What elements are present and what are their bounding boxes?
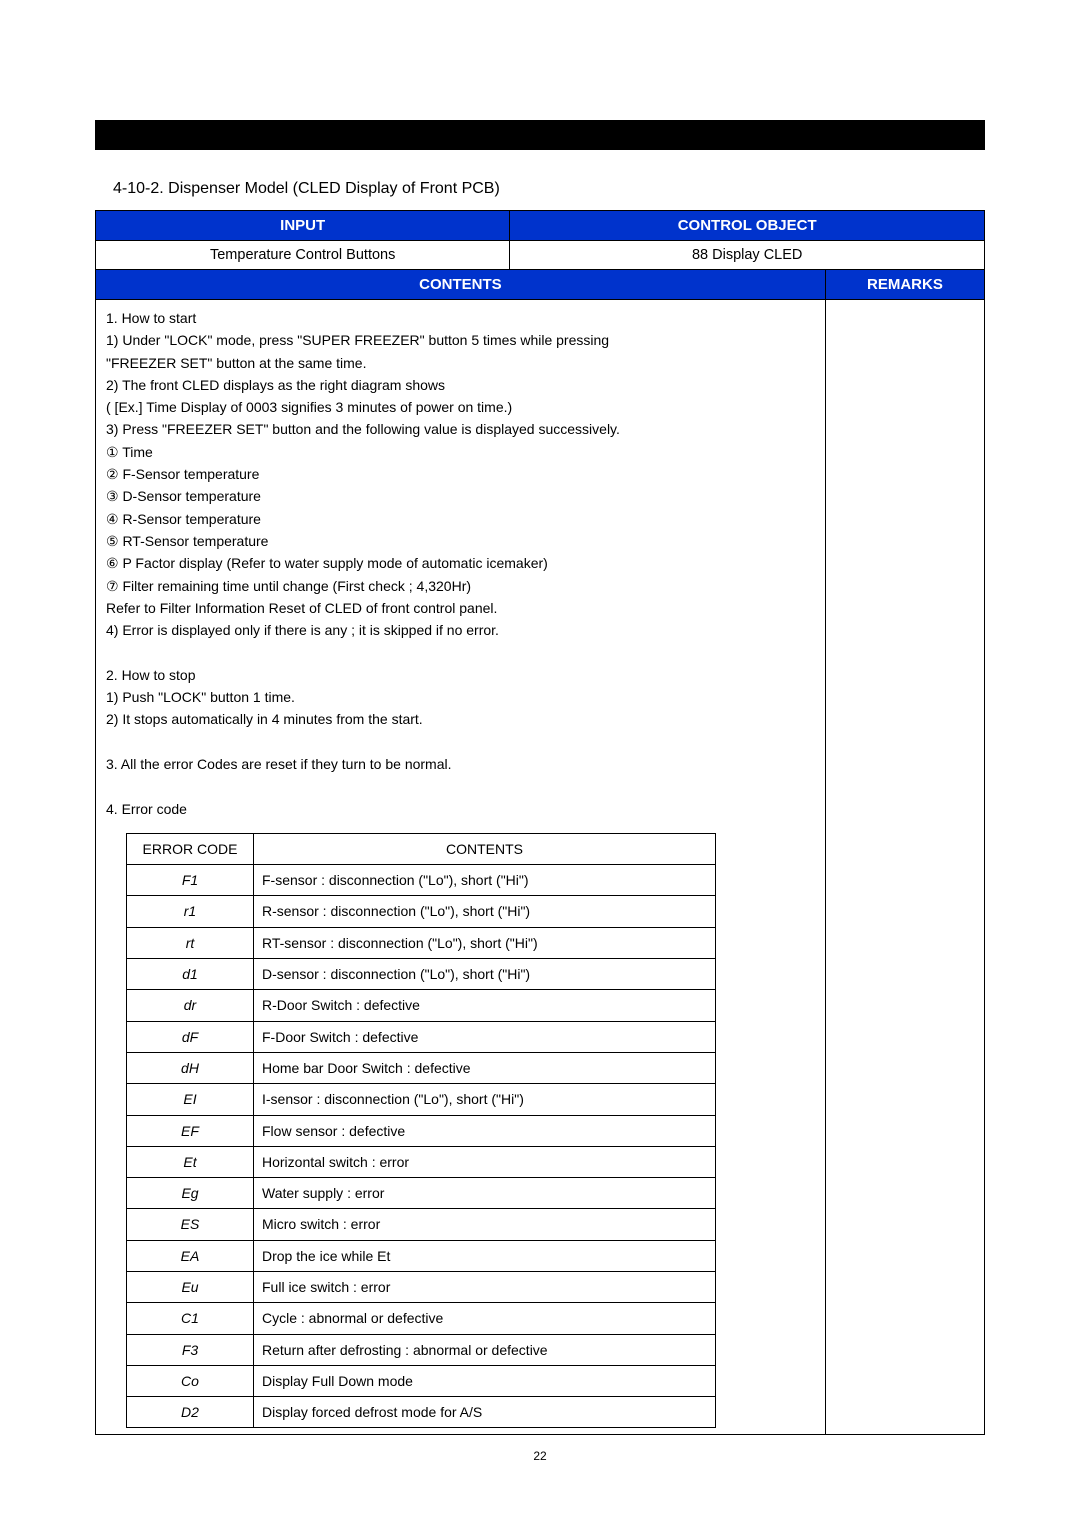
error-desc: D-sensor : disconnection ("Lo"), short (… — [254, 959, 716, 990]
error-code: F3 — [127, 1334, 254, 1365]
error-desc: Display forced defrost mode for A/S — [254, 1397, 716, 1428]
error-desc: R-Door Switch : defective — [254, 990, 716, 1021]
s1-1: 1) Under "LOCK" mode, press "SUPER FREEZ… — [106, 330, 815, 350]
error-desc: I-sensor : disconnection ("Lo"), short (… — [254, 1084, 716, 1115]
table-row: dFF-Door Switch : defective — [127, 1021, 716, 1052]
error-code: ES — [127, 1209, 254, 1240]
table-row: ESMicro switch : error — [127, 1209, 716, 1240]
error-code-table: ERROR CODE CONTENTS F1F-sensor : disconn… — [126, 833, 716, 1429]
error-desc: Home bar Door Switch : defective — [254, 1052, 716, 1083]
s1-2: 2) The front CLED displays as the right … — [106, 375, 815, 395]
table-row: dHHome bar Door Switch : defective — [127, 1052, 716, 1083]
table-row: EuFull ice switch : error — [127, 1271, 716, 1302]
s1-1b: "FREEZER SET" button at the same time. — [106, 353, 815, 373]
table-row: F3Return after defrosting : abnormal or … — [127, 1334, 716, 1365]
table-row: EgWater supply : error — [127, 1178, 716, 1209]
header-input: INPUT — [96, 211, 510, 241]
page-number: 22 — [95, 1449, 985, 1463]
s1-3-2: ② F-Sensor temperature — [106, 464, 815, 484]
table-row: d1D-sensor : disconnection ("Lo"), short… — [127, 959, 716, 990]
error-desc: RT-sensor : disconnection ("Lo"), short … — [254, 927, 716, 958]
error-desc: F-sensor : disconnection ("Lo"), short (… — [254, 865, 716, 896]
error-code: EI — [127, 1084, 254, 1115]
black-header-bar — [95, 120, 985, 150]
table-row: CoDisplay Full Down mode — [127, 1365, 716, 1396]
error-desc: Micro switch : error — [254, 1209, 716, 1240]
s1-3-1: ① Time — [106, 442, 815, 462]
error-desc: Display Full Down mode — [254, 1365, 716, 1396]
s1-3-7b: Refer to Filter Information Reset of CLE… — [106, 598, 815, 618]
error-code: r1 — [127, 896, 254, 927]
s1-3-6: ⑥ P Factor display (Refer to water suppl… — [106, 553, 815, 573]
contents-cell: 1. How to start 1) Under "LOCK" mode, pr… — [96, 300, 826, 1435]
error-desc: R-sensor : disconnection ("Lo"), short (… — [254, 896, 716, 927]
error-code: Co — [127, 1365, 254, 1396]
error-code: dF — [127, 1021, 254, 1052]
table-row: r1R-sensor : disconnection ("Lo"), short… — [127, 896, 716, 927]
error-code: Eu — [127, 1271, 254, 1302]
table-row: EADrop the ice while Et — [127, 1240, 716, 1271]
s1-3: 3) Press "FREEZER SET" button and the fo… — [106, 419, 815, 439]
table-row: EtHorizontal switch : error — [127, 1146, 716, 1177]
error-desc: F-Door Switch : defective — [254, 1021, 716, 1052]
error-desc: Water supply : error — [254, 1178, 716, 1209]
s1-3-3: ③ D-Sensor temperature — [106, 486, 815, 506]
table-row: drR-Door Switch : defective — [127, 990, 716, 1021]
error-code: EF — [127, 1115, 254, 1146]
error-code: rt — [127, 927, 254, 958]
error-header-contents: CONTENTS — [254, 833, 716, 864]
error-code: C1 — [127, 1303, 254, 1334]
table-row: EII-sensor : disconnection ("Lo"), short… — [127, 1084, 716, 1115]
header-contents: CONTENTS — [96, 270, 826, 300]
s1-4: 4) Error is displayed only if there is a… — [106, 620, 815, 640]
cell-input-value: Temperature Control Buttons — [96, 241, 510, 270]
error-desc: Flow sensor : defective — [254, 1115, 716, 1146]
section-title: 4-10-2. Dispenser Model (CLED Display of… — [113, 180, 985, 198]
error-code: D2 — [127, 1397, 254, 1428]
instructions-block: 1. How to start 1) Under "LOCK" mode, pr… — [106, 308, 815, 819]
s2-2: 2) It stops automatically in 4 minutes f… — [106, 709, 815, 729]
s2-title: 2. How to stop — [106, 665, 815, 685]
table-row: EFFlow sensor : defective — [127, 1115, 716, 1146]
s4: 4. Error code — [106, 799, 815, 819]
error-code: EA — [127, 1240, 254, 1271]
remarks-cell — [825, 300, 984, 1435]
error-code: Et — [127, 1146, 254, 1177]
error-desc: Horizontal switch : error — [254, 1146, 716, 1177]
error-desc: Full ice switch : error — [254, 1271, 716, 1302]
error-desc: Return after defrosting : abnormal or de… — [254, 1334, 716, 1365]
s1-3-4: ④ R-Sensor temperature — [106, 509, 815, 529]
s1-title: 1. How to start — [106, 308, 815, 328]
page-content: 4-10-2. Dispenser Model (CLED Display of… — [95, 150, 985, 1463]
s1-3-7: ⑦ Filter remaining time until change (Fi… — [106, 576, 815, 596]
table-row: C1Cycle : abnormal or defective — [127, 1303, 716, 1334]
s1-3-5: ⑤ RT-Sensor temperature — [106, 531, 815, 551]
main-table: INPUT CONTROL OBJECT Temperature Control… — [95, 210, 985, 1435]
error-code: d1 — [127, 959, 254, 990]
table-row: rtRT-sensor : disconnection ("Lo"), shor… — [127, 927, 716, 958]
error-code: dr — [127, 990, 254, 1021]
header-remarks: REMARKS — [825, 270, 984, 300]
cell-control-value: 88 Display CLED — [510, 241, 985, 270]
error-header-code: ERROR CODE — [127, 833, 254, 864]
s3: 3. All the error Codes are reset if they… — [106, 754, 815, 774]
error-code: dH — [127, 1052, 254, 1083]
s2-1: 1) Push "LOCK" button 1 time. — [106, 687, 815, 707]
s1-2b: ( [Ex.] Time Display of 0003 signifies 3… — [106, 397, 815, 417]
error-code: Eg — [127, 1178, 254, 1209]
error-desc: Cycle : abnormal or defective — [254, 1303, 716, 1334]
header-control-object: CONTROL OBJECT — [510, 211, 985, 241]
error-code: F1 — [127, 865, 254, 896]
table-row: D2Display forced defrost mode for A/S — [127, 1397, 716, 1428]
table-row: F1F-sensor : disconnection ("Lo"), short… — [127, 865, 716, 896]
error-desc: Drop the ice while Et — [254, 1240, 716, 1271]
